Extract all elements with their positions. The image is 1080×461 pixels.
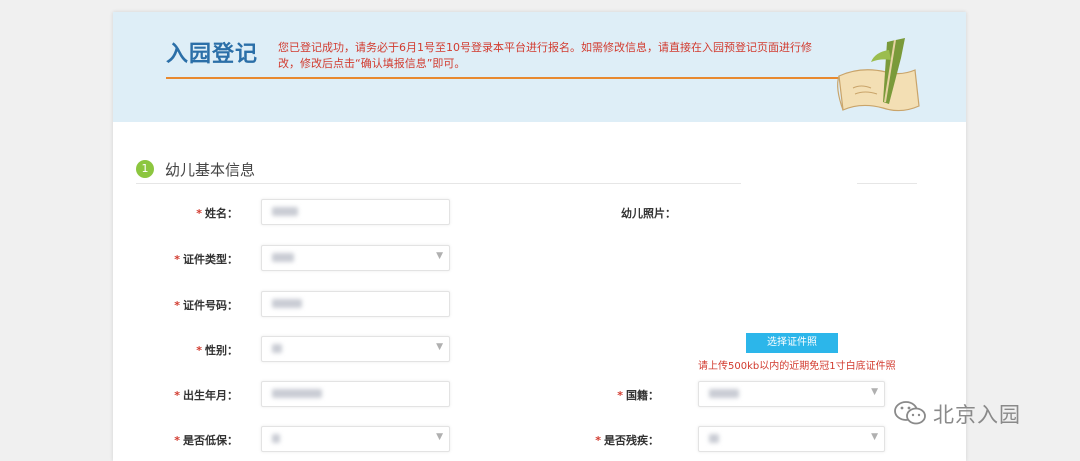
gender-label: * 性别： <box>196 344 238 357</box>
name-label: * 姓名： <box>196 207 238 220</box>
gender-select[interactable]: ▼ <box>261 336 450 362</box>
caret-down-icon: ▼ <box>871 432 878 442</box>
wechat-icon <box>894 401 926 425</box>
name-input[interactable] <box>261 199 450 225</box>
page-header: 入园登记 您已登记成功，请务必于6月1号至10号登录本平台进行报名。如需修改信息… <box>113 12 966 122</box>
registration-card: 入园登记 您已登记成功，请务必于6月1号至10号登录本平台进行报名。如需修改信息… <box>113 12 966 461</box>
photo-upload-hint: 请上传500kb以内的近期免冠1寸白底证件照 <box>698 361 896 372</box>
section-title: 幼儿基本信息 <box>165 161 256 179</box>
section-divider <box>136 183 741 184</box>
birth-input[interactable] <box>261 381 450 407</box>
id-number-label: * 证件号码： <box>174 299 238 312</box>
birth-label: * 出生年月： <box>174 389 238 402</box>
select-photo-button[interactable]: 选择证件照 <box>746 333 838 353</box>
nationality-select[interactable]: ▼ <box>698 381 885 407</box>
disability-label: * 是否残疾： <box>595 434 659 447</box>
nationality-label: * 国籍： <box>617 389 659 402</box>
section-divider-right <box>857 183 917 184</box>
scroll-quill-icon <box>837 38 920 112</box>
low-income-label: * 是否低保： <box>174 434 238 447</box>
id-number-input[interactable] <box>261 291 450 317</box>
id-type-label: * 证件类型： <box>174 253 238 266</box>
page-title: 入园登记 <box>166 42 259 67</box>
caret-down-icon: ▼ <box>436 342 443 352</box>
caret-down-icon: ▼ <box>436 251 443 261</box>
caret-down-icon: ▼ <box>436 432 443 442</box>
id-type-select[interactable]: ▼ <box>261 245 450 271</box>
watermark-text: 北京入园 <box>933 403 1021 427</box>
watermark: 北京入园 <box>893 397 1053 429</box>
low-income-select[interactable]: ▼ <box>261 426 450 452</box>
success-notice: 您已登记成功，请务必于6月1号至10号登录本平台进行报名。如需修改信息，请直接在… <box>278 41 812 70</box>
disability-select[interactable]: ▼ <box>698 426 885 452</box>
header-divider <box>166 77 866 79</box>
step-badge: 1 <box>136 160 154 178</box>
photo-label: 幼儿照片： <box>621 207 676 220</box>
caret-down-icon: ▼ <box>871 387 878 397</box>
